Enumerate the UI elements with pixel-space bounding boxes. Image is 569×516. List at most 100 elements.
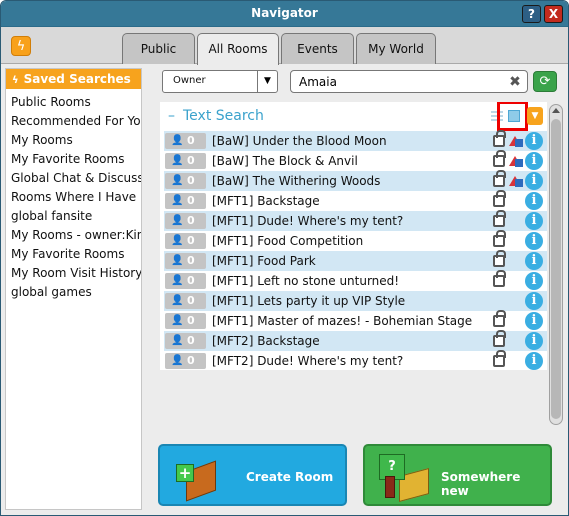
user-icon: 👤 (171, 295, 184, 306)
room-name: [MFT1] Lets party it up VIP Style (212, 294, 406, 308)
saved-search-item[interactable]: My Room Visit History (11, 264, 141, 283)
search-filter-select[interactable]: Owner ▼ (162, 70, 278, 93)
user-count-badge: 👤 0 (165, 333, 206, 349)
room-info-button[interactable]: i (525, 252, 543, 270)
lock-icon (493, 330, 506, 347)
room-info-button[interactable]: i (525, 172, 543, 190)
room-row[interactable]: 👤 0 [BaW] The Withering Woods i (164, 170, 547, 191)
saved-search-item[interactable]: global games (11, 283, 141, 302)
highlight-marker (497, 102, 528, 131)
user-count: 0 (187, 314, 195, 327)
user-icon: 👤 (171, 335, 184, 346)
collapse-icon[interactable]: – (168, 108, 175, 124)
room-row[interactable]: 👤 0 [MFT1] Food Park i (164, 250, 547, 271)
saved-search-item[interactable]: Rooms Where I Have Rights (11, 188, 141, 207)
results-scrollbar[interactable] (549, 104, 563, 425)
help-button[interactable]: ? (522, 5, 541, 23)
navigator-window: Navigator ? X ϟ Public All Rooms Events … (0, 0, 569, 516)
sort-dropdown-icon[interactable]: ▼ (527, 107, 543, 125)
user-count-badge: 👤 0 (165, 253, 206, 269)
user-count: 0 (187, 154, 195, 167)
room-info-button[interactable]: i (525, 232, 543, 250)
tab-all-rooms[interactable]: All Rooms (197, 33, 279, 65)
user-count: 0 (187, 194, 195, 207)
user-count: 0 (187, 334, 195, 347)
lock-icon (493, 130, 506, 147)
room-row[interactable]: 👤 0 [MFT1] Food Competition i (164, 230, 547, 251)
room-info-button[interactable]: i (525, 352, 543, 370)
saved-search-item[interactable]: Global Chat & Discussion (11, 169, 141, 188)
group-icon (509, 174, 523, 188)
room-row[interactable]: 👤 0 [MFT1] Master of mazes! - Bohemian Sta… (164, 310, 547, 331)
user-icon: 👤 (171, 155, 184, 166)
room-info-button[interactable]: i (525, 332, 543, 350)
somewhere-new-button[interactable]: ? Somewhere new (363, 444, 552, 506)
tab-my-world[interactable]: My World (356, 33, 436, 64)
chevron-down-icon[interactable]: ▼ (257, 71, 277, 92)
user-count: 0 (187, 134, 195, 147)
clear-search-icon[interactable]: ✖ (508, 75, 522, 89)
lock-icon (493, 310, 506, 327)
create-room-button[interactable]: + Create Room (158, 444, 347, 506)
search-input[interactable] (290, 70, 528, 93)
saved-search-item[interactable]: global fansite (11, 207, 141, 226)
user-icon: 👤 (171, 215, 184, 226)
room-info-button[interactable]: i (525, 132, 543, 150)
user-count-badge: 👤 0 (165, 273, 206, 289)
user-count-badge: 👤 0 (165, 133, 206, 149)
user-icon: 👤 (171, 135, 184, 146)
title-bar[interactable]: Navigator ? X (1, 1, 568, 27)
lock-icon (493, 150, 506, 167)
scroll-up-icon[interactable] (552, 108, 560, 113)
tab-public[interactable]: Public (122, 33, 195, 64)
room-info-button[interactable]: i (525, 212, 543, 230)
room-name: [MFT1] Food Competition (212, 234, 364, 248)
window-title: Navigator (251, 6, 318, 20)
room-info-button[interactable]: i (525, 192, 543, 210)
random-room-icon: ? (377, 452, 437, 504)
user-count: 0 (187, 254, 195, 267)
close-button[interactable]: X (544, 5, 563, 23)
room-row[interactable]: 👤 0 [MFT2] Backstage i (164, 330, 547, 351)
saved-search-item[interactable]: My Favorite Rooms (11, 245, 141, 264)
user-count-badge: 👤 0 (165, 313, 206, 329)
room-name: [MFT1] Backstage (212, 194, 320, 208)
room-row[interactable]: 👤 0 [MFT1] Lets party it up VIP Style i (164, 291, 547, 311)
tab-events[interactable]: Events (281, 33, 354, 64)
room-row[interactable]: 👤 0 [BaW] Under the Blood Moon i (164, 130, 547, 151)
refresh-search-button[interactable]: ⟳ (533, 71, 557, 92)
room-list: 👤 0 [BaW] Under the Blood Moon i 👤 0 [BaW] The… (164, 130, 547, 370)
room-info-button[interactable]: i (525, 292, 543, 310)
user-count-badge: 👤 0 (165, 173, 206, 189)
saved-search-item[interactable]: My Rooms - owner:King (11, 226, 141, 245)
user-count-badge: 👤 0 (165, 233, 206, 249)
saved-searches-list: Public Rooms Recommended For You My Room… (11, 93, 141, 302)
scroll-thumb[interactable] (551, 119, 561, 419)
room-row[interactable]: 👤 0 [MFT1] Backstage i (164, 190, 547, 211)
room-info-button[interactable]: i (525, 312, 543, 330)
user-icon: 👤 (171, 195, 184, 206)
room-row[interactable]: 👤 0 [BaW] The Block & Anvil i (164, 150, 547, 171)
user-count: 0 (187, 234, 195, 247)
group-icon (509, 154, 523, 168)
saved-search-item[interactable]: Public Rooms (11, 93, 141, 112)
room-info-button[interactable]: i (525, 152, 543, 170)
lock-icon (493, 350, 506, 367)
room-row[interactable]: 👤 0 [MFT1] Left no stone unturned! i (164, 270, 547, 291)
room-row[interactable]: 👤 0 [MFT1] Dude! Where's my tent? i (164, 210, 547, 231)
saved-searches-title: Saved Searches (23, 72, 131, 86)
room-row[interactable]: 👤 0 [MFT2] Dude! Where's my tent? i (164, 350, 547, 370)
saved-search-item[interactable]: My Rooms (11, 131, 141, 150)
lightning-icon[interactable]: ϟ (11, 36, 31, 56)
user-icon: 👤 (171, 255, 184, 266)
saved-search-item[interactable]: My Favorite Rooms (11, 150, 141, 169)
search-filter-value: Owner (173, 75, 206, 86)
lock-icon (493, 250, 506, 267)
search-results-panel: – Text Search ▼ 👤 0 [BaW] Under the Blood … (160, 102, 547, 370)
saved-search-item[interactable]: Recommended For You (11, 112, 141, 131)
results-header: – Text Search ▼ (160, 102, 547, 131)
lightning-icon: ϟ (12, 75, 19, 86)
room-info-button[interactable]: i (525, 272, 543, 290)
user-count: 0 (187, 294, 195, 307)
create-room-label: Create Room (246, 470, 334, 484)
